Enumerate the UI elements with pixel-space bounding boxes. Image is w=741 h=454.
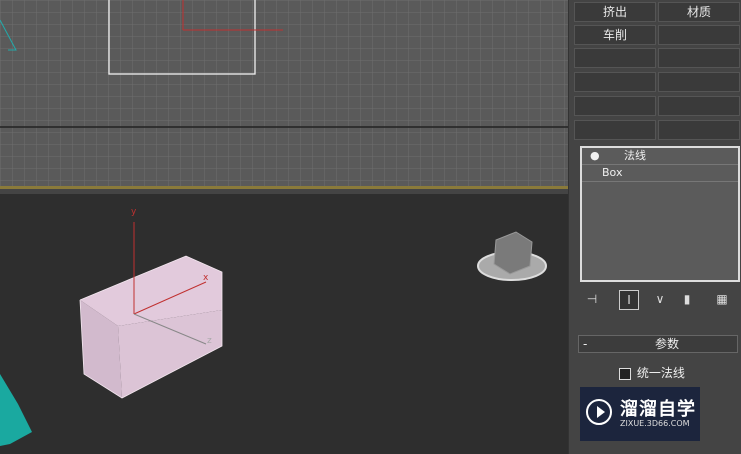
persp-scene bbox=[0, 222, 547, 446]
empty-modifier-button[interactable] bbox=[574, 48, 656, 68]
unify-normals-checkbox[interactable]: 统一法线 bbox=[619, 364, 685, 381]
top-grid bbox=[0, 0, 568, 186]
parameters-rollout[interactable]: - 参数 bbox=[578, 335, 738, 353]
empty-modifier-button[interactable] bbox=[574, 96, 656, 116]
stack-item-label: Box bbox=[602, 166, 623, 179]
lathe-button[interactable]: 车削 bbox=[574, 25, 656, 45]
empty-modifier-button[interactable] bbox=[658, 25, 740, 45]
play-logo-icon bbox=[586, 399, 612, 425]
show-end-result-icon[interactable]: I bbox=[619, 290, 639, 310]
viewcube bbox=[493, 231, 533, 275]
empty-modifier-button[interactable] bbox=[658, 72, 740, 92]
rollout-title: 参数 bbox=[655, 337, 680, 351]
lightbulb-icon[interactable]: ● bbox=[590, 148, 600, 164]
empty-modifier-button[interactable] bbox=[658, 120, 740, 140]
watermark: 溜溜自学 ZIXUE.3D66.COM bbox=[580, 387, 700, 441]
stack-item-box[interactable]: Box bbox=[582, 165, 738, 182]
checkbox-box[interactable] bbox=[619, 367, 631, 380]
axis-y-label: y bbox=[131, 207, 137, 217]
empty-modifier-button[interactable] bbox=[658, 48, 740, 68]
make-unique-icon[interactable]: ∨ bbox=[651, 290, 669, 308]
perspective-viewport[interactable]: y z x bbox=[0, 194, 568, 454]
command-panel: 挤出 材质 车削 ● 法线 Box ⊣ I ∨ ▮ ▦ - 参数 统一法线 bbox=[568, 0, 741, 454]
top-viewport[interactable] bbox=[0, 0, 568, 189]
configure-sets-icon[interactable]: ▦ bbox=[713, 290, 731, 308]
empty-modifier-button[interactable] bbox=[658, 96, 740, 116]
watermark-brand: 溜溜自学 bbox=[620, 399, 696, 420]
extrude-button[interactable]: 挤出 bbox=[574, 2, 656, 22]
material-button[interactable]: 材质 bbox=[658, 2, 740, 22]
remove-modifier-icon[interactable]: ▮ bbox=[678, 290, 696, 308]
stack-item-normal[interactable]: ● 法线 bbox=[582, 148, 738, 165]
watermark-url: ZIXUE.3D66.COM bbox=[620, 419, 690, 428]
axis-x-label: x bbox=[203, 273, 209, 283]
modifier-stack[interactable]: ● 法线 Box bbox=[580, 146, 740, 282]
empty-modifier-button[interactable] bbox=[574, 120, 656, 140]
empty-modifier-button[interactable] bbox=[574, 72, 656, 92]
checkbox-label: 统一法线 bbox=[636, 366, 685, 380]
collapse-icon: - bbox=[583, 337, 588, 351]
stack-item-label: 法线 bbox=[624, 149, 646, 162]
axis-z-label: z bbox=[207, 336, 212, 346]
pin-stack-icon[interactable]: ⊣ bbox=[583, 290, 601, 308]
